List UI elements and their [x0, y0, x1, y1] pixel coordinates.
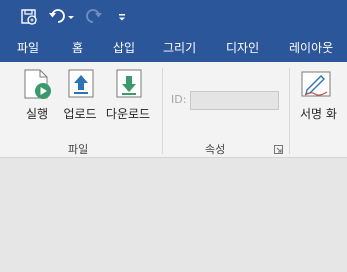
save-icon: [21, 9, 37, 25]
signature-button[interactable]: 서명 화: [300, 68, 347, 122]
tab-insert[interactable]: 삽입: [113, 40, 135, 56]
signature-pen-icon: [301, 71, 331, 97]
redo-button[interactable]: [84, 7, 104, 27]
properties-group-label: 속성: [205, 143, 226, 156]
id-label: ID:: [171, 93, 187, 106]
file-group-label: 파일: [68, 143, 89, 156]
group-divider: [289, 68, 290, 154]
run-button[interactable]: 실행: [21, 68, 53, 122]
dialog-launcher-icon[interactable]: [274, 145, 283, 154]
download-label: 다운로드: [105, 107, 151, 121]
tab-layout[interactable]: 레이아웃: [289, 40, 333, 56]
run-label: 실행: [25, 107, 49, 121]
upload-label: 업로드: [63, 107, 97, 121]
tab-home[interactable]: 홈: [72, 40, 83, 56]
customize-quick-access-icon: [119, 14, 125, 21]
undo-button[interactable]: [48, 7, 78, 27]
quick-access-toolbar: [0, 0, 347, 34]
customize-quick-access-button[interactable]: [114, 7, 130, 27]
save-button[interactable]: [18, 7, 40, 27]
tab-file[interactable]: 파일: [17, 40, 39, 56]
group-divider: [162, 68, 163, 154]
undo-icon: [49, 9, 74, 23]
upload-icon: [68, 69, 94, 98]
tab-design[interactable]: 디자인: [226, 40, 259, 56]
ribbon-panel: 실행 업로드 다운로드 파일 ID: 속성 서명 화: [0, 62, 347, 158]
id-field[interactable]: [190, 91, 279, 110]
redo-icon: [86, 9, 102, 23]
upload-button[interactable]: 업로드: [61, 68, 99, 122]
run-document-icon: [24, 69, 51, 99]
signature-label: 서명 화: [300, 107, 337, 121]
tab-draw[interactable]: 그리기: [163, 40, 196, 56]
ribbon-tabs: 파일 홈 삽입 그리기 디자인 레이아웃: [0, 34, 347, 62]
download-icon: [116, 69, 142, 98]
document-workspace: [0, 158, 347, 272]
download-button[interactable]: 다운로드: [104, 68, 152, 122]
